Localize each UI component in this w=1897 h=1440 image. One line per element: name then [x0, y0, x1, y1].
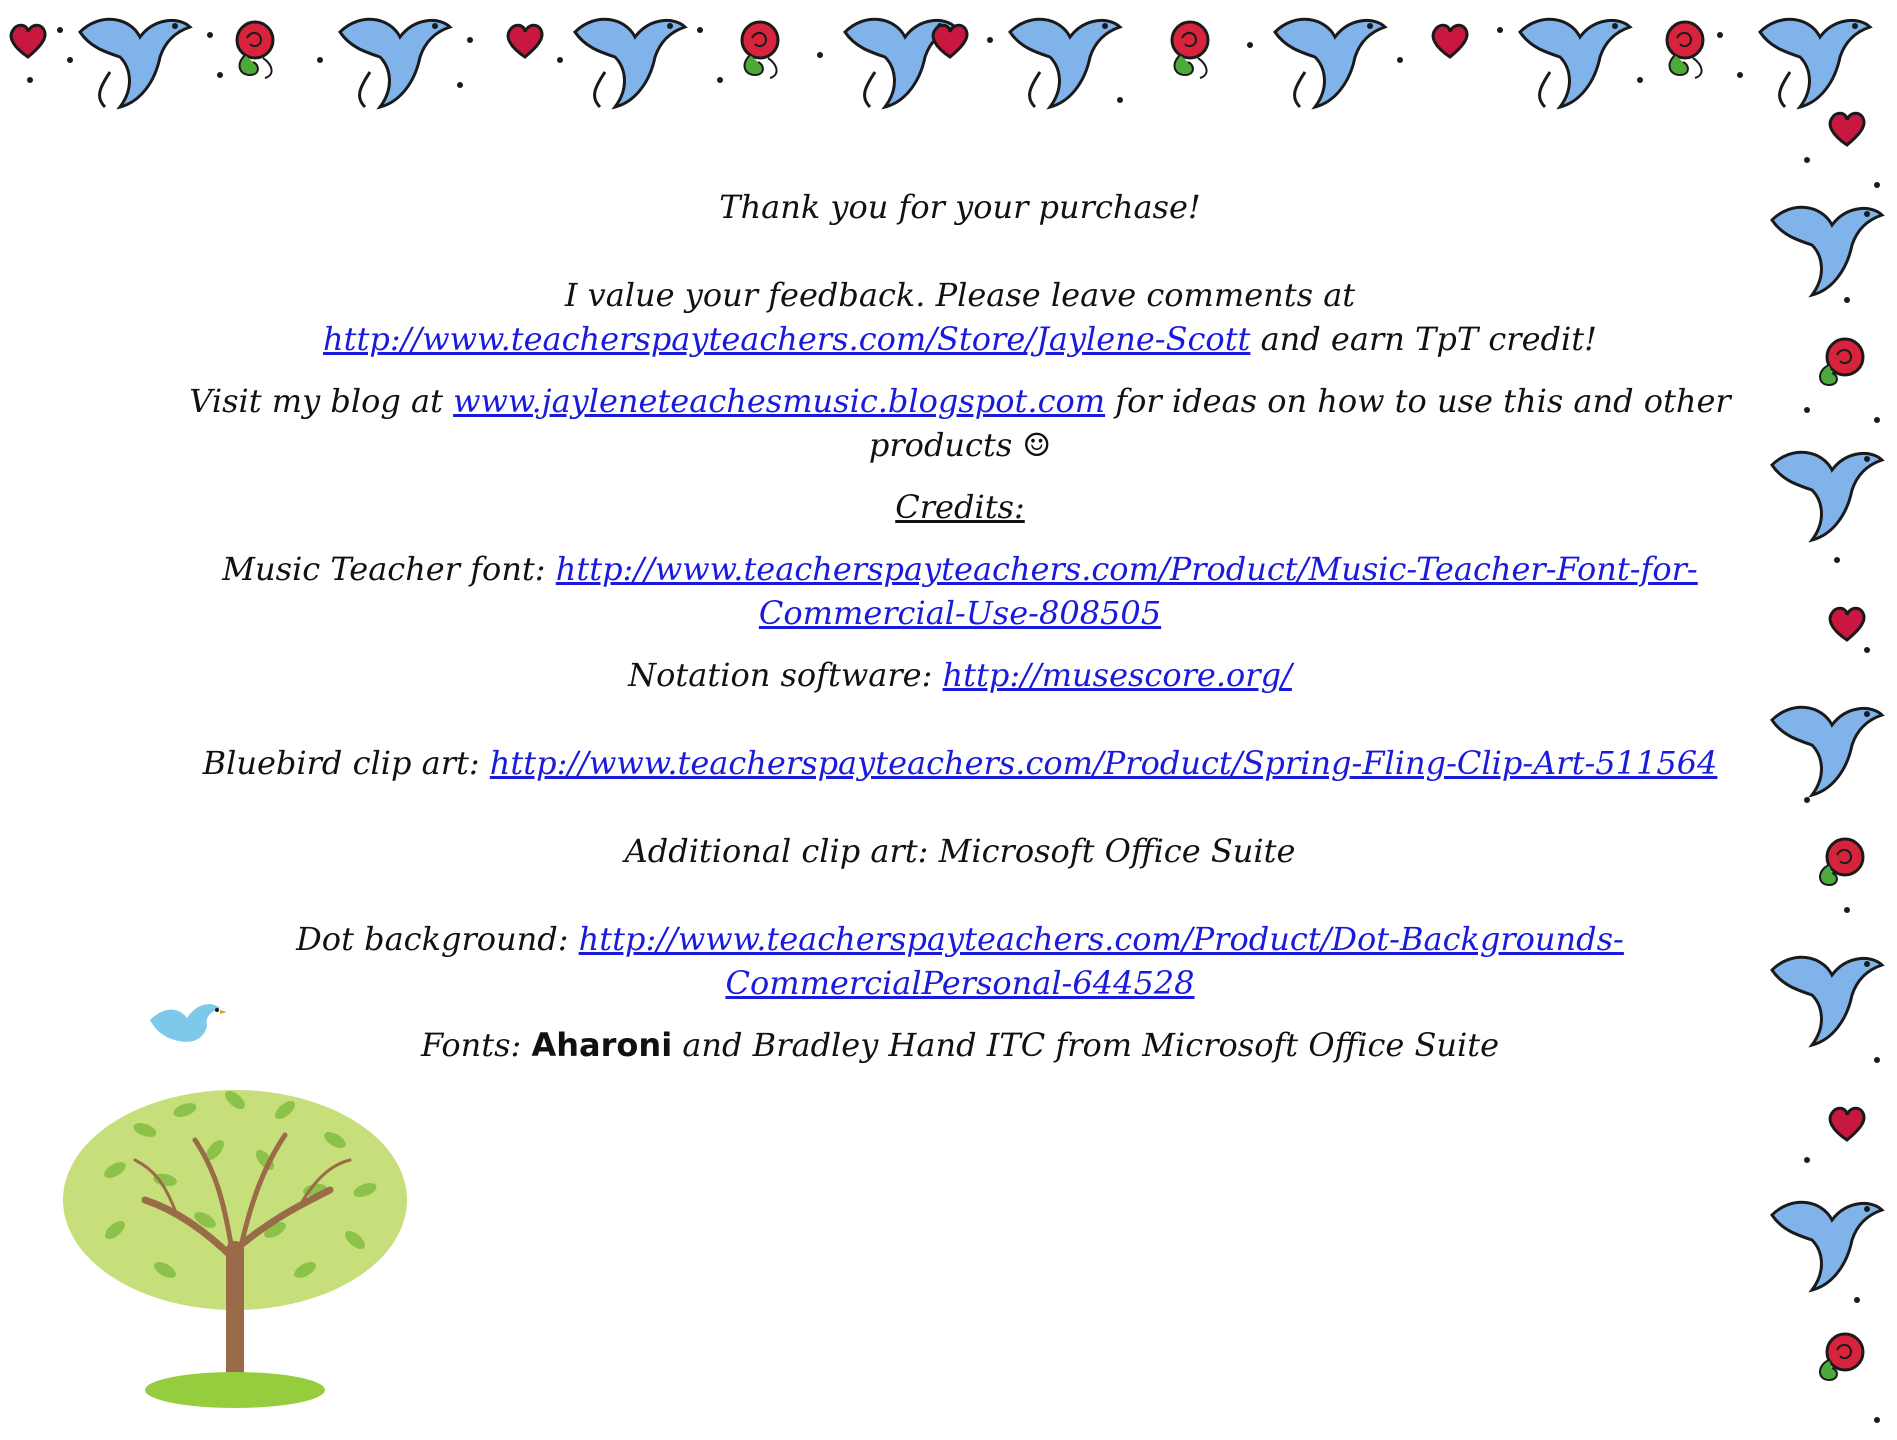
fonts-strong: Aharoni: [531, 1026, 673, 1064]
additional-credit: Additional clip art: Microsoft Office Su…: [624, 832, 1296, 870]
store-link[interactable]: http://www.teacherspayteachers.com/Store…: [323, 320, 1250, 358]
bluebird-icon: [1008, 17, 1122, 109]
notation-link[interactable]: http://musescore.org/: [943, 656, 1292, 694]
music-font-link[interactable]: http://www.teacherspayteachers.com/Produ…: [556, 550, 1698, 632]
blog-line: Visit my blog at www.jayleneteachesmusic…: [160, 379, 1760, 467]
credits-page-content: Thank you for your purchase! I value you…: [160, 185, 1760, 1067]
right-border: [1770, 111, 1884, 1423]
music-font-credit: Music Teacher font: http://www.teachersp…: [160, 547, 1760, 635]
heart-icon: [1431, 23, 1469, 59]
dot-link[interactable]: http://www.teacherspayteachers.com/Produ…: [579, 920, 1624, 1002]
bluebird-icon: [338, 17, 452, 109]
rose-icon: [1665, 20, 1705, 80]
dot-credit: Dot background: http://www.teacherspayte…: [160, 917, 1760, 1005]
bluebird-label: Bluebird clip art:: [202, 744, 490, 782]
heart-icon: [1828, 111, 1866, 147]
bluebird-icon: [1770, 705, 1884, 797]
bluebird-icon: [1770, 450, 1884, 542]
notation-credit: Notation software: http://musescore.org/: [160, 653, 1760, 697]
dot-label: Dot background:: [296, 920, 579, 958]
blog-prefix: Visit my blog at: [189, 382, 454, 420]
feedback-prefix: I value your feedback. Please leave comm…: [564, 276, 1356, 314]
feedback-line: I value your feedback. Please leave comm…: [160, 273, 1760, 361]
rose-icon: [1818, 837, 1865, 887]
bluebird-icon: [78, 17, 192, 109]
bluebird-icon: [1273, 17, 1387, 109]
bluebird-icon: [1770, 955, 1884, 1047]
blog-link[interactable]: www.jayleneteachesmusic.blogspot.com: [453, 382, 1105, 420]
notation-label: Notation software:: [628, 656, 943, 694]
credits-heading: Credits:: [895, 488, 1025, 526]
bluebird-link[interactable]: http://www.teacherspayteachers.com/Produ…: [490, 744, 1718, 782]
music-font-label: Music Teacher font:: [222, 550, 556, 588]
bluebird-icon: [1770, 205, 1884, 297]
bluebird-icon: [1770, 1200, 1884, 1292]
top-border: [9, 17, 1872, 109]
heart-icon: [1828, 1106, 1866, 1142]
heart-icon: [9, 23, 47, 59]
bluebird-icon: [1518, 17, 1632, 109]
heart-icon: [1828, 606, 1866, 642]
rose-icon: [235, 20, 275, 80]
feedback-suffix: and earn TpT credit!: [1250, 320, 1597, 358]
rose-icon: [1818, 337, 1865, 387]
bluebird-icon: [150, 1004, 227, 1042]
bluebird-icon: [573, 17, 687, 109]
heart-icon: [931, 23, 969, 59]
fonts-rest: and Bradley Hand ITC from Microsoft Offi…: [672, 1026, 1500, 1064]
rose-icon: [740, 20, 780, 80]
rose-icon: [1818, 1332, 1865, 1382]
bluebird-credit: Bluebird clip art: http://www.teacherspa…: [160, 741, 1760, 785]
rose-icon: [1170, 20, 1210, 80]
thank-you-line: Thank you for your purchase!: [719, 188, 1201, 226]
tree-icon: [63, 1004, 407, 1408]
fonts-label: Fonts:: [420, 1026, 532, 1064]
heart-icon: [506, 23, 544, 59]
grass-mound: [145, 1372, 325, 1408]
